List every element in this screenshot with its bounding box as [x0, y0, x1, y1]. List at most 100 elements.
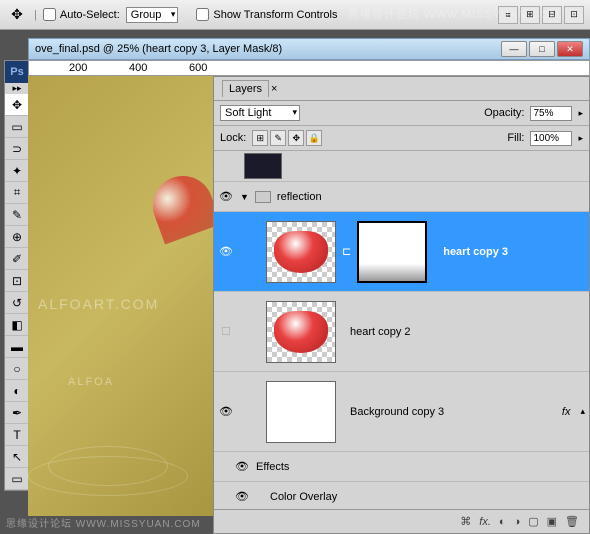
auto-select-label: Auto-Select: — [60, 9, 120, 21]
crop-tool[interactable]: ⌗ — [5, 182, 29, 204]
layers-tab[interactable]: Layers — [222, 80, 269, 97]
effect-item[interactable]: 👁 Color Overlay — [214, 482, 589, 509]
fill-label: Fill: — [507, 132, 524, 144]
adjustment-layer-icon[interactable]: ◑ — [514, 516, 521, 528]
show-transform-checkbox[interactable]: Show Transform Controls — [196, 8, 337, 21]
folder-icon — [255, 191, 271, 203]
heart-artwork — [153, 176, 213, 276]
layer-mask-icon[interactable]: ◐ — [499, 516, 506, 528]
canvas-watermark: ALFOART.COM — [38, 296, 159, 312]
move-tool[interactable]: ✥ — [5, 94, 29, 116]
horizontal-ruler[interactable]: 200 400 600 — [28, 60, 590, 76]
ruler-mark: 200 — [69, 62, 87, 74]
layer-name[interactable]: Background copy 3 — [350, 406, 444, 418]
show-transform-label: Show Transform Controls — [213, 9, 337, 21]
align-icon[interactable]: ⊞ — [520, 6, 540, 24]
healing-tool[interactable]: ⊕ — [5, 226, 29, 248]
link-layers-icon[interactable]: ⌘ — [460, 515, 471, 528]
layer-row[interactable]: ☐ heart copy 2 — [214, 292, 589, 372]
shape-tool[interactable]: ▭ — [5, 468, 29, 490]
layers-list: 👁 ▼ reflection 👁 ⊏ heart copy 3 ☐ heart … — [214, 151, 589, 509]
layer-row-selected[interactable]: 👁 ⊏ heart copy 3 — [214, 212, 589, 292]
layer-group-row[interactable]: 👁 ▼ reflection — [214, 182, 589, 212]
close-tab-icon[interactable]: × — [271, 83, 277, 95]
layer-style-icon[interactable]: fx. — [479, 516, 491, 528]
photoshop-logo-icon: Ps — [5, 61, 29, 83]
effects-row[interactable]: 👁 Effects — [214, 452, 589, 482]
divider: | — [34, 9, 37, 21]
stamp-tool[interactable]: ⊡ — [5, 270, 29, 292]
layers-panel: Layers × Soft Light Opacity: ▸ Lock: ⊞ ✎… — [213, 76, 590, 534]
opacity-label: Opacity: — [484, 107, 524, 119]
lock-transparency-icon[interactable]: ⊞ — [252, 130, 268, 146]
layer-name[interactable]: heart copy 3 — [443, 246, 508, 258]
type-tool[interactable]: T — [5, 424, 29, 446]
layers-panel-footer: ⌘ fx. ◐ ◑ ▢ ▣ 🗑 — [214, 509, 589, 533]
visibility-eye-icon[interactable]: ☐ — [218, 324, 234, 340]
dodge-tool[interactable]: ◐ — [5, 380, 29, 402]
lock-label: Lock: — [220, 132, 246, 144]
layer-thumbnail[interactable] — [244, 153, 282, 179]
mask-link-icon[interactable]: ⊏ — [342, 245, 351, 258]
eyedropper-tool[interactable]: ✎ — [5, 204, 29, 226]
fx-badge[interactable]: fx — [562, 406, 571, 418]
layer-thumbnail[interactable] — [266, 221, 336, 283]
align-icon[interactable]: ≡ — [498, 6, 518, 24]
visibility-eye-icon[interactable]: 👁 — [234, 489, 250, 505]
expand-icon[interactable]: ▸▸ — [5, 83, 29, 94]
close-button[interactable]: ✕ — [557, 41, 583, 57]
marquee-tool[interactable]: ▭ — [5, 116, 29, 138]
collapse-triangle-icon[interactable]: ▼ — [240, 192, 249, 202]
lock-all-icon[interactable]: 🔒 — [306, 130, 322, 146]
layer-row[interactable]: 👁 Background copy 3 fx ▴ — [214, 372, 589, 452]
lock-position-icon[interactable]: ✥ — [288, 130, 304, 146]
blur-tool[interactable]: ○ — [5, 358, 29, 380]
layer-name[interactable]: heart copy 2 — [350, 326, 411, 338]
maximize-button[interactable]: □ — [529, 41, 555, 57]
blend-mode-dropdown[interactable]: Soft Light — [220, 105, 300, 121]
layer-row[interactable] — [214, 151, 589, 182]
opacity-input[interactable] — [530, 106, 572, 121]
auto-select-dropdown[interactable]: Group — [126, 7, 179, 23]
wand-tool[interactable]: ✦ — [5, 160, 29, 182]
auto-select-checkbox[interactable]: Auto-Select: — [43, 8, 120, 21]
toolbox: Ps ▸▸ ✥ ▭ ⊃ ✦ ⌗ ✎ ⊕ ✐ ⊡ ↺ ◧ ▬ ○ ◐ ✒ T ↖ … — [4, 60, 30, 491]
pen-tool[interactable]: ✒ — [5, 402, 29, 424]
mask-thumbnail[interactable] — [357, 221, 427, 283]
document-title: ove_final.psd @ 25% (heart copy 3, Layer… — [35, 43, 501, 55]
opacity-flyout-icon[interactable]: ▸ — [578, 108, 583, 119]
visibility-eye-icon[interactable]: 👁 — [218, 189, 234, 205]
visibility-eye-icon[interactable]: 👁 — [218, 244, 234, 260]
gradient-tool[interactable]: ▬ — [5, 336, 29, 358]
history-brush-tool[interactable]: ↺ — [5, 292, 29, 314]
align-icon[interactable]: ⊡ — [564, 6, 584, 24]
layer-thumbnail[interactable] — [266, 381, 336, 443]
document-canvas[interactable]: ALFOART.COM ALFOA — [28, 76, 213, 516]
group-name[interactable]: reflection — [277, 191, 322, 203]
delete-layer-icon[interactable]: 🗑 — [565, 515, 579, 528]
fx-collapse-icon[interactable]: ▴ — [580, 406, 585, 417]
effects-label: Effects — [256, 461, 289, 473]
move-tool-icon: ✥ — [6, 4, 28, 26]
fill-flyout-icon[interactable]: ▸ — [578, 133, 583, 144]
visibility-eye-icon[interactable]: 👁 — [218, 404, 234, 420]
document-titlebar[interactable]: ove_final.psd @ 25% (heart copy 3, Layer… — [28, 38, 590, 60]
watermark-text: 思缘设计论坛 WWW.MISSYUAN.COM — [6, 515, 201, 530]
align-icon[interactable]: ⊟ — [542, 6, 562, 24]
path-tool[interactable]: ↖ — [5, 446, 29, 468]
lock-image-icon[interactable]: ✎ — [270, 130, 286, 146]
new-layer-icon[interactable]: ▣ — [547, 515, 557, 528]
layer-thumbnail[interactable] — [266, 301, 336, 363]
minimize-button[interactable]: — — [501, 41, 527, 57]
visibility-eye-icon[interactable]: 👁 — [234, 459, 250, 475]
eraser-tool[interactable]: ◧ — [5, 314, 29, 336]
ruler-mark: 600 — [189, 62, 207, 74]
ripple-artwork — [28, 456, 188, 496]
fill-input[interactable] — [530, 131, 572, 146]
effect-name: Color Overlay — [270, 491, 337, 503]
ruler-mark: 400 — [129, 62, 147, 74]
lasso-tool[interactable]: ⊃ — [5, 138, 29, 160]
brush-tool[interactable]: ✐ — [5, 248, 29, 270]
new-group-icon[interactable]: ▢ — [528, 515, 538, 528]
canvas-watermark: ALFOA — [68, 376, 114, 388]
